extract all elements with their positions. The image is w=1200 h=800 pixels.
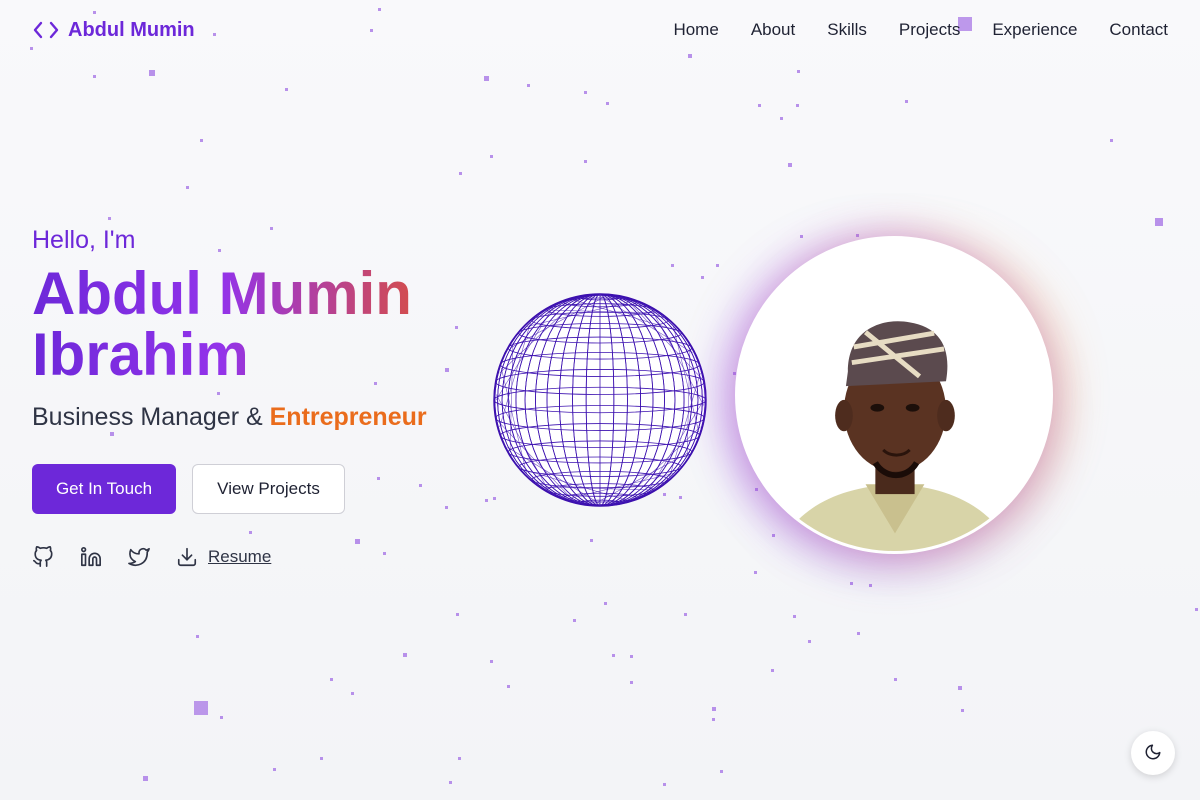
particle-dot — [850, 582, 853, 585]
resume-link[interactable]: Resume — [176, 546, 271, 568]
particle-dot — [143, 776, 148, 781]
particle-dot — [671, 264, 674, 267]
particle-dot — [630, 655, 633, 658]
particle-dot — [220, 716, 223, 719]
particle-dot — [490, 660, 493, 663]
particle-dot — [663, 783, 666, 786]
hero-name-line1: Abdul Mumin — [32, 260, 412, 327]
particle-dot — [507, 685, 510, 688]
hero-role-prefix: Business Manager & — [32, 403, 270, 431]
hero-section: Hello, I'm Abdul Mumin Ibrahim Business … — [32, 226, 492, 568]
particle-dot — [755, 488, 758, 491]
particle-dot — [958, 686, 962, 690]
particle-dot — [797, 70, 800, 73]
hero-name-line2: Ibrahim — [32, 321, 249, 388]
hero-role-accent: Entrepreneur — [269, 403, 427, 431]
linkedin-icon[interactable] — [80, 546, 102, 568]
particle-dot — [712, 718, 715, 721]
particle-dot — [771, 669, 774, 672]
particle-dot — [200, 139, 203, 142]
particle-dot — [584, 160, 587, 163]
particle-dot — [758, 104, 761, 107]
particle-dot — [527, 84, 530, 87]
particle-dot — [484, 76, 489, 81]
particle-dot — [701, 276, 704, 279]
moon-icon — [1144, 743, 1162, 764]
particle-dot — [149, 70, 155, 76]
particle-dot — [796, 104, 799, 107]
nav-link-contact[interactable]: Contact — [1109, 20, 1168, 40]
particle-dot — [606, 102, 609, 105]
profile-portrait-image — [738, 239, 1050, 551]
particle-dot — [788, 163, 792, 167]
particle-dot — [330, 678, 333, 681]
view-projects-button[interactable]: View Projects — [192, 464, 345, 514]
particle-dot — [93, 75, 96, 78]
particle-dot — [793, 615, 796, 618]
particle-dot — [285, 88, 288, 91]
nav-links: Home About Skills Projects Experience Co… — [673, 20, 1168, 40]
particle-dot — [194, 701, 208, 715]
particle-dot — [772, 534, 775, 537]
particle-dot — [403, 653, 407, 657]
nav-link-home[interactable]: Home — [673, 20, 718, 40]
particle-dot — [108, 217, 111, 220]
brand-name: Abdul Mumin — [68, 18, 195, 41]
particle-dot — [630, 681, 633, 684]
nav-link-projects[interactable]: Projects — [899, 20, 960, 40]
brand-logo[interactable]: Abdul Mumin — [32, 19, 195, 42]
profile-photo — [735, 236, 1053, 554]
particle-dot — [1155, 218, 1163, 226]
particle-dot — [584, 91, 587, 94]
nav-link-experience[interactable]: Experience — [992, 20, 1077, 40]
particle-dot — [800, 235, 803, 238]
particle-dot — [720, 770, 723, 773]
particle-dot — [273, 768, 276, 771]
hero-name: Abdul Mumin Ibrahim — [32, 263, 452, 385]
resume-label: Resume — [208, 547, 272, 566]
particle-dot — [780, 117, 783, 120]
particle-dot — [186, 186, 189, 189]
social-links: Resume — [32, 546, 492, 568]
particle-dot — [857, 632, 860, 635]
hero-greeting: Hello, I'm — [32, 226, 136, 254]
particle-dot — [490, 155, 493, 158]
particle-dot — [604, 602, 607, 605]
particle-dot — [1195, 608, 1198, 611]
particle-dot — [894, 678, 897, 681]
nav-link-skills[interactable]: Skills — [827, 20, 867, 40]
code-icon — [32, 19, 60, 41]
particle-dot — [320, 757, 323, 760]
particle-dot — [590, 539, 593, 542]
particle-dot — [808, 640, 811, 643]
twitter-icon[interactable] — [128, 546, 150, 568]
nav-link-about[interactable]: About — [751, 20, 795, 40]
particle-dot — [449, 781, 452, 784]
particle-dot — [856, 234, 859, 237]
particle-dot — [754, 571, 757, 574]
download-icon — [176, 546, 198, 568]
particle-dot — [458, 757, 461, 760]
particle-dot — [456, 613, 459, 616]
particle-dot — [869, 584, 872, 587]
wireframe-globe — [492, 292, 708, 508]
particle-dot — [612, 654, 615, 657]
particle-dot — [905, 100, 908, 103]
particle-dot — [684, 613, 687, 616]
hero-actions: Get In Touch View Projects — [32, 464, 492, 514]
particle-dot — [351, 692, 354, 695]
github-icon[interactable] — [32, 546, 54, 568]
particle-dot — [459, 172, 462, 175]
particle-dot — [196, 635, 199, 638]
particle-dot — [716, 264, 719, 267]
hero-role: Business Manager & Entrepreneur — [32, 403, 492, 432]
particle-dot — [573, 619, 576, 622]
particle-dot — [961, 709, 964, 712]
get-in-touch-button[interactable]: Get In Touch — [32, 464, 176, 514]
top-navigation: Abdul Mumin Home About Skills Projects E… — [0, 0, 1200, 60]
particle-dot — [712, 707, 716, 711]
theme-toggle-button[interactable] — [1131, 731, 1175, 775]
particle-dot — [1110, 139, 1113, 142]
